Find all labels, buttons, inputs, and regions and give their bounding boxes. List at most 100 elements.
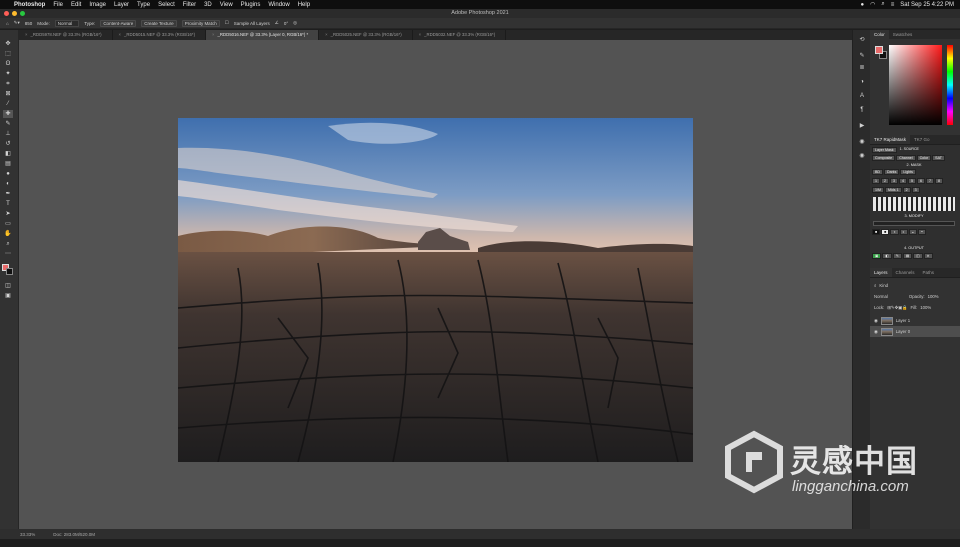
brush-size[interactable]: 850: [25, 21, 33, 26]
menu-filter[interactable]: Filter: [183, 2, 196, 8]
hue-slider[interactable]: [947, 45, 953, 125]
color-picker-field[interactable]: [889, 45, 942, 125]
darks-button[interactable]: Darks: [884, 169, 900, 175]
pressure-icon[interactable]: ◎: [293, 20, 297, 26]
clone-stamp-tool-icon[interactable]: ⊥: [3, 130, 13, 138]
layer-name[interactable]: Layer 1: [896, 318, 910, 323]
spot-healing-tool-icon[interactable]: ✚: [3, 110, 13, 118]
modify-slider[interactable]: [873, 221, 955, 226]
modify-tool-1-icon[interactable]: ◑: [890, 229, 899, 235]
hand-tool-icon[interactable]: ✋: [3, 230, 13, 238]
modify-tool-3-icon[interactable]: ◒: [908, 229, 917, 235]
history-brush-tool-icon[interactable]: ↺: [3, 140, 13, 148]
close-tab-icon[interactable]: ×: [419, 32, 422, 37]
type-tool-icon[interactable]: T: [3, 200, 13, 208]
tab-color[interactable]: Color: [870, 30, 889, 39]
adjustments-icon[interactable]: ◑: [858, 78, 866, 86]
document-size[interactable]: Doc: 283.0M/520.0M: [53, 532, 95, 537]
tab-document-1[interactable]: × _RDD5978.NEF @ 33.3% (RGB/16*): [19, 30, 113, 40]
sat-button[interactable]: SAT: [932, 155, 945, 161]
bd-button[interactable]: BD: [872, 169, 883, 175]
menu-select[interactable]: Select: [158, 2, 175, 8]
zoom-level[interactable]: 33.33%: [20, 532, 35, 537]
control-center-icon[interactable]: ≡: [891, 2, 895, 8]
channel-button[interactable]: Channel: [896, 155, 916, 161]
output-layer-icon[interactable]: ▤: [902, 253, 913, 259]
shape-tool-icon[interactable]: ▭: [3, 220, 13, 228]
output-selection-button[interactable]: ▣: [872, 253, 882, 259]
frame-tool-icon[interactable]: ⊠: [3, 90, 13, 98]
create-texture-button[interactable]: Create Texture: [141, 19, 177, 27]
blur-tool-icon[interactable]: ●: [3, 170, 13, 178]
zone-8-button[interactable]: 8: [935, 178, 943, 184]
mids-2-button[interactable]: 2: [902, 187, 911, 193]
zoom-window-button[interactable]: [20, 11, 25, 16]
layer-kind-select[interactable]: Kind: [879, 283, 888, 288]
content-aware-button[interactable]: Content-Aware: [100, 19, 137, 27]
screen-mode-icon[interactable]: ▣: [3, 292, 13, 300]
home-icon[interactable]: ⌂: [6, 21, 9, 26]
menu-plugins[interactable]: Plugins: [241, 2, 261, 8]
opacity-value[interactable]: 100%: [928, 294, 939, 299]
spot-healing-tool-preset-icon[interactable]: ✎▾: [14, 20, 20, 26]
menu-window[interactable]: Window: [268, 2, 289, 8]
zone-1-button[interactable]: 1: [872, 178, 880, 184]
lock-icons[interactable]: ⊞✎✥▣🔒: [887, 305, 907, 311]
plugin-icon[interactable]: ◉: [858, 138, 866, 146]
fill-value[interactable]: 100%: [920, 305, 931, 310]
plugin-icon-2[interactable]: ◉: [858, 152, 866, 160]
lasso-tool-icon[interactable]: ʘ: [3, 60, 13, 68]
close-window-button[interactable]: [4, 11, 9, 16]
brush-tool-icon[interactable]: ✎: [3, 120, 13, 128]
zone-6-button[interactable]: 6: [917, 178, 925, 184]
visibility-eye-icon[interactable]: ◉: [874, 329, 878, 335]
quick-select-tool-icon[interactable]: ✦: [3, 70, 13, 78]
tab-channels[interactable]: Channels: [892, 268, 919, 277]
move-tool-icon[interactable]: ✥: [3, 40, 13, 48]
mids-3-button[interactable]: 3: [911, 187, 920, 193]
close-tab-icon[interactable]: ×: [25, 32, 28, 37]
output-channel-icon[interactable]: ◫: [913, 253, 923, 259]
tab-layers[interactable]: Layers: [870, 268, 892, 277]
black-fill-button[interactable]: ■: [872, 229, 881, 235]
menu-edit[interactable]: Edit: [71, 2, 81, 8]
menu-3d[interactable]: 3D: [204, 2, 212, 8]
properties-icon[interactable]: ≣: [858, 64, 866, 72]
paragraph-icon[interactable]: ¶: [858, 106, 866, 114]
marquee-tool-icon[interactable]: ⬚: [3, 50, 13, 58]
mode-select[interactable]: Normal: [54, 19, 80, 27]
sample-all-layers-checkbox[interactable]: ☐: [225, 20, 229, 26]
zone-5-button[interactable]: 5: [908, 178, 916, 184]
path-selection-tool-icon[interactable]: ➤: [3, 210, 13, 218]
visibility-eye-icon[interactable]: ◉: [874, 318, 878, 324]
output-delete-icon[interactable]: ✕: [923, 253, 933, 259]
tab-document-5[interactable]: × _RDD5032.NEF @ 33.3% (RGB/16*): [413, 30, 507, 40]
zone-sliders[interactable]: [873, 197, 955, 211]
eraser-tool-icon[interactable]: ◧: [3, 150, 13, 158]
history-icon[interactable]: ⟲: [858, 36, 866, 44]
modify-tool-2-icon[interactable]: ◐: [899, 229, 908, 235]
zone-2-button[interactable]: 2: [881, 178, 889, 184]
eyedropper-tool-icon[interactable]: ⁄: [3, 100, 13, 108]
clock[interactable]: Sat Sep 25 4:22 PM: [900, 2, 954, 8]
layer-name[interactable]: Layer 0: [896, 329, 910, 334]
filter-search-icon[interactable]: ⌕: [874, 283, 876, 288]
crop-tool-icon[interactable]: ⌗: [3, 80, 13, 88]
background-color-swatch[interactable]: [6, 268, 13, 275]
menu-layer[interactable]: Layer: [114, 2, 129, 8]
close-tab-icon[interactable]: ×: [325, 32, 328, 37]
output-mask-icon[interactable]: ◧: [882, 253, 892, 259]
modify-tool-4-icon[interactable]: ◓: [917, 229, 927, 235]
menu-help[interactable]: Help: [298, 2, 310, 8]
angle-value[interactable]: 0°: [284, 21, 288, 26]
quick-mask-icon[interactable]: ◫: [3, 282, 13, 290]
zoom-tool-icon[interactable]: ⌕: [3, 240, 13, 248]
gradient-tool-icon[interactable]: ▤: [3, 160, 13, 168]
edit-toolbar-icon[interactable]: ⋯: [3, 250, 13, 258]
wifi-icon[interactable]: ◠: [870, 1, 875, 8]
zone-3-button[interactable]: 3: [890, 178, 898, 184]
brush-settings-icon[interactable]: ✎: [858, 52, 866, 60]
tab-tk7-rapidmask[interactable]: TK7 RapidMask: [870, 135, 911, 144]
zone-7-button[interactable]: 7: [926, 178, 934, 184]
zone-4-button[interactable]: 4: [899, 178, 907, 184]
